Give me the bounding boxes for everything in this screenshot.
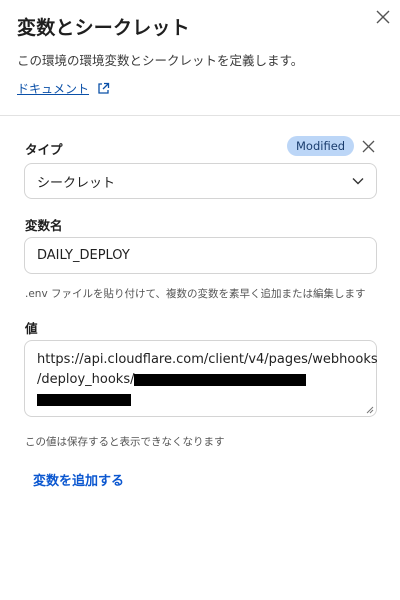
resize-handle-icon[interactable] <box>366 406 374 414</box>
value-label: 値 <box>25 321 38 336</box>
variable-name-value: DAILY_DEPLOY <box>37 248 130 263</box>
value-line-2-row: /deploy_hooks/ <box>37 370 364 390</box>
close-icon <box>376 10 390 24</box>
type-select[interactable]: シークレット <box>24 163 377 199</box>
value-save-hint: この値は保存すると表示できなくなります <box>25 436 225 448</box>
panel-subtitle: この環境の環境変数とシークレットを定義します。 <box>17 53 304 68</box>
variable-name-input[interactable]: DAILY_DEPLOY <box>24 237 377 274</box>
variable-name-label: 変数名 <box>25 218 63 233</box>
type-select-value: シークレット <box>37 175 116 191</box>
external-link-icon <box>97 82 110 95</box>
redacted-block <box>134 373 307 386</box>
add-variable-button[interactable]: 変数を追加する <box>33 470 124 489</box>
remove-variable-button[interactable] <box>358 136 378 156</box>
modified-badge: Modified <box>287 136 355 156</box>
panel-title: 変数とシークレット <box>17 17 190 39</box>
chevron-down-icon <box>352 178 364 185</box>
value-line-3-row <box>37 390 364 410</box>
section-divider <box>0 115 400 116</box>
variables-panel: 変数とシークレット この環境の環境変数とシークレットを定義します。 ドキュメント… <box>0 0 400 600</box>
redacted-block <box>37 393 131 406</box>
type-label: タイプ <box>25 142 63 157</box>
close-panel-button[interactable] <box>372 6 394 28</box>
documentation-link[interactable]: ドキュメント <box>17 80 110 97</box>
documentation-link-label: ドキュメント <box>17 82 90 96</box>
value-line-2: /deploy_hooks/ <box>37 372 135 387</box>
value-textarea[interactable]: https://api.cloudflare.com/client/v4/pag… <box>24 340 378 417</box>
env-paste-hint: .env ファイルを貼り付けて、複数の変数を素早く追加または編集します <box>25 288 366 300</box>
value-line-1: https://api.cloudflare.com/client/v4/pag… <box>37 352 378 367</box>
close-icon <box>362 140 374 152</box>
